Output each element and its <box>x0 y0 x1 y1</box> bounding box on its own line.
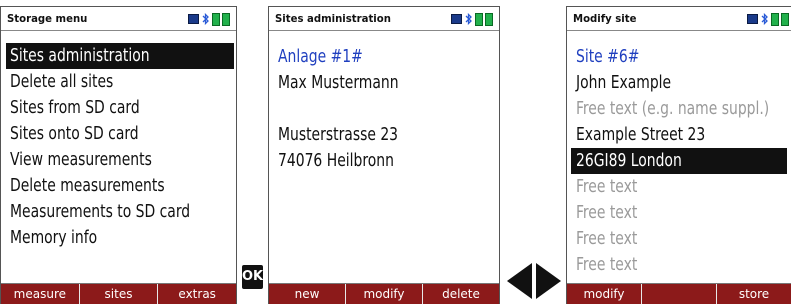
screen-header: Storage menu <box>1 7 236 31</box>
status-block-icon <box>451 14 462 24</box>
status-bar <box>451 12 493 26</box>
screen-title: Sites administration <box>275 12 391 25</box>
softkey-measure[interactable]: measure <box>1 284 80 304</box>
site-city: 74076 Heilbronn <box>278 150 394 171</box>
modify-site-screen: Modify site Site #6# John Example Free t… <box>566 6 791 304</box>
field-free-text-1[interactable]: Free text <box>576 174 787 200</box>
menu-item-delete-all-sites[interactable]: Delete all sites <box>6 69 234 95</box>
field-city[interactable]: 26GI89 London <box>571 148 787 174</box>
ok-key[interactable]: OK <box>242 265 263 289</box>
bluetooth-icon <box>465 13 472 25</box>
softkey-delete[interactable]: delete <box>423 284 499 304</box>
menu-item-sites-onto-sd-card[interactable]: Sites onto SD card <box>6 121 234 147</box>
field-free-text-4[interactable]: Free text <box>576 252 787 278</box>
softkey-store[interactable]: store <box>717 284 791 304</box>
softkey-modify[interactable]: modify <box>567 284 642 304</box>
site-blank-line <box>278 96 495 122</box>
softkey-bar: measure sites extras <box>1 283 236 304</box>
screen-title: Storage menu <box>7 12 88 25</box>
field-contact[interactable]: John Example <box>576 70 787 96</box>
site-street: Musterstrasse 23 <box>278 124 399 145</box>
status-bar <box>188 12 230 26</box>
menu-item-sites-administration[interactable]: Sites administration <box>6 43 234 69</box>
softkey-new[interactable]: new <box>269 284 346 304</box>
battery-icon <box>485 12 493 26</box>
softkey-empty[interactable] <box>642 284 717 304</box>
bluetooth-icon <box>202 13 209 25</box>
menu-item-memory-info[interactable]: Memory info <box>6 225 234 251</box>
softkey-modify[interactable]: modify <box>346 284 423 304</box>
battery-icon <box>212 12 220 26</box>
battery-icon <box>771 12 779 26</box>
battery-icon <box>781 12 789 26</box>
bluetooth-icon <box>761 13 768 25</box>
softkey-bar: new modify delete <box>269 283 499 304</box>
field-free-text-2[interactable]: Free text <box>576 200 787 226</box>
menu-item-delete-measurements[interactable]: Delete measurements <box>6 173 234 199</box>
site-name: Anlage #1# <box>278 46 363 67</box>
site-contact: Max Mustermann <box>278 72 399 93</box>
field-free-text-3[interactable]: Free text <box>576 226 787 252</box>
site-edit-fields: Site #6# John Example Free text (e.g. na… <box>571 44 787 278</box>
menu-item-sites-from-sd-card[interactable]: Sites from SD card <box>6 95 234 121</box>
site-details: Anlage #1# Max Mustermann Musterstrasse … <box>278 44 495 174</box>
battery-icon <box>475 12 483 26</box>
sites-administration-screen: Sites administration Anlage #1# Max Must… <box>268 6 500 304</box>
left-right-arrows-icon <box>507 263 561 299</box>
field-name-supplement[interactable]: Free text (e.g. name suppl.) <box>576 96 787 122</box>
menu-item-view-measurements[interactable]: View measurements <box>6 147 234 173</box>
screen-header: Modify site <box>567 7 791 31</box>
status-bar <box>747 12 789 26</box>
status-block-icon <box>188 14 199 24</box>
screen-header: Sites administration <box>269 7 499 31</box>
softkey-sites[interactable]: sites <box>79 284 159 304</box>
battery-icon <box>222 12 230 26</box>
menu-list: Sites administration Delete all sites Si… <box>6 43 234 251</box>
storage-menu-screen: Storage menu Sites administration Delete… <box>0 6 237 304</box>
field-site-name[interactable]: Site #6# <box>576 44 787 70</box>
screen-title: Modify site <box>573 12 637 25</box>
status-block-icon <box>747 14 758 24</box>
softkey-extras[interactable]: extras <box>158 284 236 304</box>
menu-item-measurements-to-sd-card[interactable]: Measurements to SD card <box>6 199 234 225</box>
softkey-bar: modify store <box>567 283 791 304</box>
field-street[interactable]: Example Street 23 <box>576 122 787 148</box>
